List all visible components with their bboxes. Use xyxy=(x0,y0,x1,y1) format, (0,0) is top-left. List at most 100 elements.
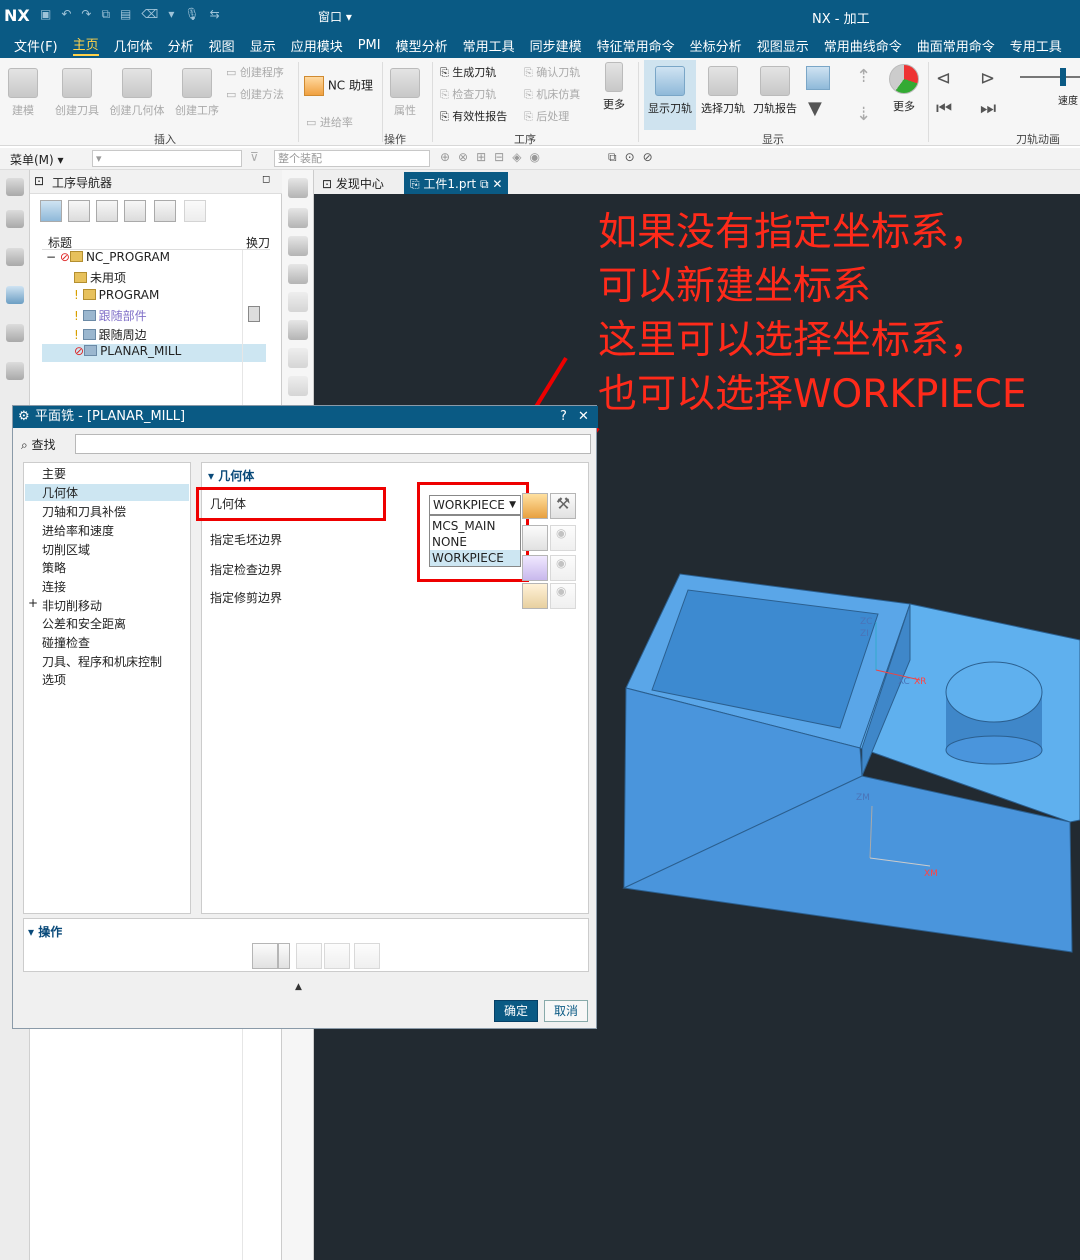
create-program-button[interactable]: ▭ 创建程序 xyxy=(226,64,284,80)
category-item-8[interactable]: 公差和安全距离 xyxy=(42,615,126,632)
assembly-navigator-icon[interactable] xyxy=(6,248,24,266)
properties-button[interactable]: 属性 xyxy=(388,68,422,118)
create-method-button[interactable]: ▭ 创建方法 xyxy=(226,86,284,102)
generate-toolpath-button[interactable]: ⎘ 生成刀轨 xyxy=(440,64,496,80)
tree-item-nc-program[interactable]: − ⊘ NC_PROGRAM xyxy=(46,250,170,268)
command-finder-icon[interactable]: ▾ xyxy=(168,7,174,22)
menu-item-12[interactable]: 坐标分析 xyxy=(690,36,742,55)
menu-item-6[interactable]: 应用模块 xyxy=(291,36,343,55)
anim-play-icon[interactable]: ⊳ xyxy=(980,68,995,89)
generate-dropdown-chevron-icon[interactable] xyxy=(278,943,290,969)
cancel-button[interactable]: 取消 xyxy=(544,1000,588,1022)
help-button[interactable]: ? xyxy=(560,406,567,427)
verify-button[interactable] xyxy=(324,943,350,969)
anim-prev-icon[interactable]: ⊲ xyxy=(936,68,951,89)
main-menu-button[interactable]: 菜单(M) ▾ xyxy=(10,151,64,168)
modeling-button[interactable]: 建模 xyxy=(6,68,40,118)
category-item-1[interactable]: 几何体 xyxy=(25,484,189,501)
expand-icon[interactable]: + xyxy=(28,596,38,610)
menu-item-7[interactable]: PMI xyxy=(358,38,381,53)
geometry-section-header[interactable]: ▾ 几何体 xyxy=(208,467,254,484)
postprocess-button[interactable]: ⎘ 后处理 xyxy=(524,108,569,124)
tree-item-follow-periphery[interactable]: ! 跟随周边 xyxy=(74,326,147,344)
geometry-option-none[interactable]: NONE xyxy=(430,534,520,550)
save-icon[interactable]: ▣ xyxy=(40,7,51,22)
category-item-0[interactable]: 主要 xyxy=(42,465,66,482)
redo-icon[interactable]: ↷ xyxy=(81,7,91,22)
category-item-9[interactable]: 碰撞检查 xyxy=(42,634,90,651)
specify-blank-boundary-button[interactable] xyxy=(522,525,548,551)
list-button[interactable] xyxy=(354,943,380,969)
reuse-library-icon[interactable] xyxy=(6,362,24,380)
filter-icon[interactable]: ⊽ xyxy=(250,150,259,164)
touch-mode-icon[interactable]: ⇆ xyxy=(210,7,220,22)
confirm-toolpath-button[interactable]: ⎘ 确认刀轨 xyxy=(524,64,580,80)
section-icon[interactable] xyxy=(288,376,308,396)
new-item-icon[interactable] xyxy=(154,200,176,222)
menu-item-0[interactable]: 文件(F) xyxy=(14,36,58,55)
verify-toolpath-button[interactable]: ⎘ 检查刀轨 xyxy=(440,86,496,102)
select-toolpath-button[interactable]: 选择刀轨 xyxy=(698,66,748,116)
popout-icon[interactable]: ⧉ xyxy=(476,177,489,191)
tree-item-planar-mill[interactable]: ⊘ PLANAR_MILL xyxy=(42,344,266,362)
brush-icon[interactable] xyxy=(288,264,308,284)
tab-discovery-center[interactable]: ⊡ 发现中心 xyxy=(316,172,390,194)
speed-slider-thumb[interactable] xyxy=(1060,68,1066,86)
fit-view-icon[interactable] xyxy=(288,178,308,198)
collapse-dialog-icon[interactable]: ▲ xyxy=(295,982,302,992)
category-item-7[interactable]: 非切削移动 xyxy=(42,597,102,614)
geometry-option-mcs-main[interactable]: MCS_MAIN xyxy=(430,518,520,534)
program-order-view-icon[interactable] xyxy=(40,200,62,222)
specify-check-boundary-button[interactable] xyxy=(522,555,548,581)
category-item-2[interactable]: 刀轴和刀具补偿 xyxy=(42,503,126,520)
generate-button[interactable] xyxy=(252,943,278,969)
category-item-10[interactable]: 刀具、程序和机床控制 xyxy=(42,653,162,670)
machine-simulation-button[interactable]: ⎘ 机床仿真 xyxy=(524,86,580,102)
validity-report-button[interactable]: ⎘ 有效性报告 xyxy=(440,108,507,124)
operations-section-header[interactable]: ▾ 操作 xyxy=(28,923,62,940)
show-toolpath-button[interactable]: 显示刀轨 xyxy=(644,60,696,130)
menu-item-14[interactable]: 常用曲线命令 xyxy=(824,36,902,55)
render-icon[interactable] xyxy=(288,348,308,368)
tool-holder-icon[interactable]: ▼ xyxy=(808,98,822,119)
close-icon[interactable]: ✕ xyxy=(578,406,589,427)
tree-item-unused[interactable]: 未用项 xyxy=(74,269,126,287)
category-item-11[interactable]: 选项 xyxy=(42,671,66,688)
undo-icon[interactable]: ↶ xyxy=(61,7,71,22)
create-geometry-button[interactable]: 创建几何体 xyxy=(108,68,166,118)
microphone-icon[interactable]: 🎙 xyxy=(184,7,199,22)
category-item-6[interactable]: 连接 xyxy=(42,578,66,595)
display-tool-icon[interactable] xyxy=(806,66,830,90)
copy-icon[interactable]: ⧉ xyxy=(101,7,110,22)
edit-geometry-wrench-icon[interactable]: ⚒ xyxy=(550,493,576,519)
navigator-pin-icon[interactable]: ◻ xyxy=(262,174,270,185)
menu-item-11[interactable]: 特征常用命令 xyxy=(597,36,675,55)
menu-item-4[interactable]: 视图 xyxy=(209,36,235,55)
geometry-view-icon[interactable] xyxy=(96,200,118,222)
part-navigator-icon[interactable] xyxy=(6,210,24,228)
delete-icon[interactable]: ⌫ xyxy=(141,7,158,22)
settings-icon[interactable] xyxy=(6,178,24,196)
menu-item-5[interactable]: 显示 xyxy=(250,36,276,55)
scope-filter-combo[interactable]: 整个装配 xyxy=(274,150,430,167)
type-filter-combo[interactable]: ▾ xyxy=(92,150,242,167)
process-more-button[interactable]: 更多 xyxy=(598,62,630,112)
menu-item-8[interactable]: 模型分析 xyxy=(396,36,448,55)
show-trim-eye-icon[interactable]: ◉ xyxy=(550,583,576,609)
menu-item-10[interactable]: 同步建模 xyxy=(530,36,582,55)
show-blank-eye-icon[interactable]: ◉ xyxy=(550,525,576,551)
operation-navigator-icon[interactable] xyxy=(6,286,24,304)
new-geometry-button[interactable] xyxy=(522,493,548,519)
paste-icon[interactable]: ▤ xyxy=(120,7,131,22)
create-operation-button[interactable]: 创建工序 xyxy=(172,68,222,118)
up-arrow-icon[interactable]: ⇡ xyxy=(856,66,871,87)
specify-trim-boundary-button[interactable] xyxy=(522,583,548,609)
tree-item-follow-part[interactable]: ! 跟随部件 xyxy=(74,307,147,325)
ok-button[interactable]: 确定 xyxy=(494,1000,538,1022)
close-tab-icon[interactable]: ✕ xyxy=(489,177,502,191)
measure-icon[interactable] xyxy=(288,236,308,256)
down-arrow-icon[interactable]: ⇣ xyxy=(856,104,871,125)
snap-icons[interactable]: ⊕⊗⊞⊟◈◉ xyxy=(440,150,548,164)
find-input[interactable] xyxy=(75,434,591,454)
toolpath-report-button[interactable]: 刀轨报告 xyxy=(750,66,800,116)
